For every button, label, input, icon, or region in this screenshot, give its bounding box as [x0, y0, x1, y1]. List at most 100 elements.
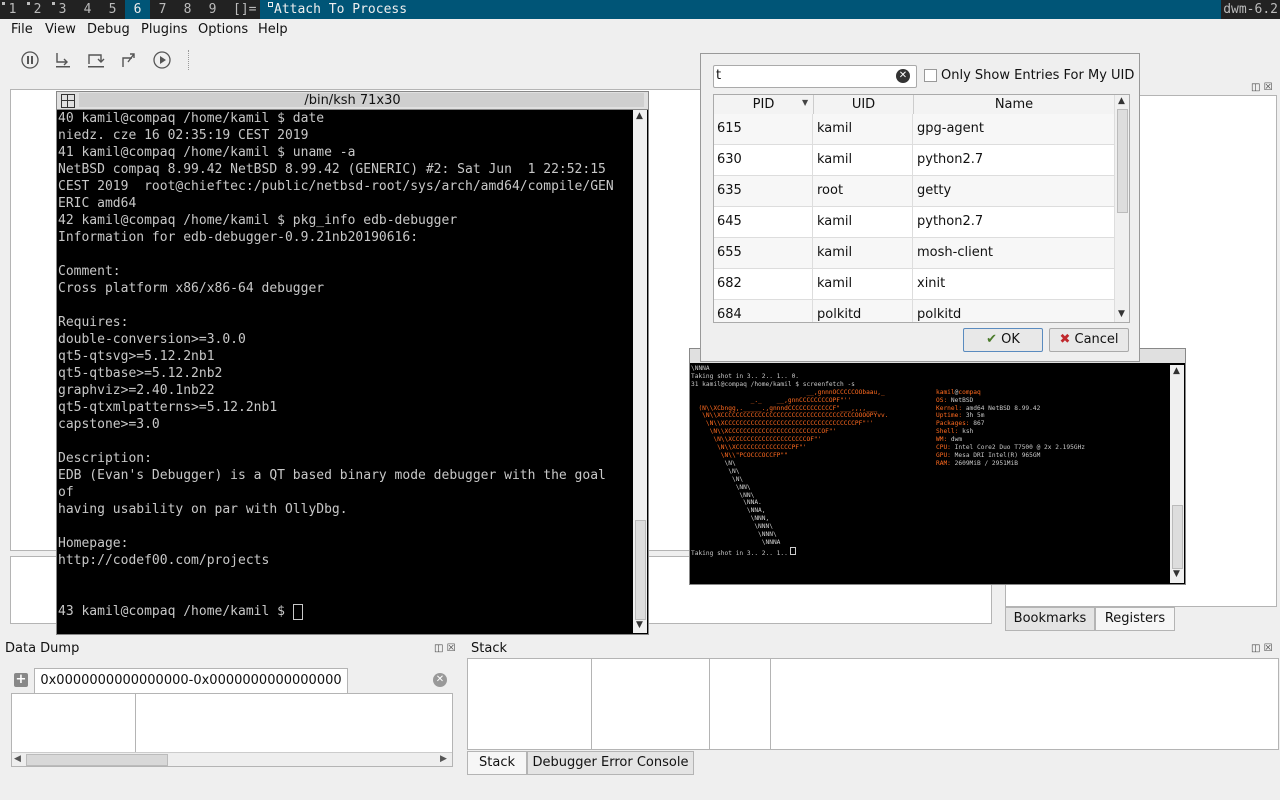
tag-1[interactable]: 1	[0, 0, 25, 19]
terminal-window[interactable]: /bin/ksh 71x30 40 kamil@compaq /home/kam…	[56, 91, 649, 635]
tag-8[interactable]: 8	[175, 0, 200, 19]
logo-art-line: \NNNA	[691, 538, 781, 546]
clear-filter-icon[interactable]: ✕	[896, 69, 910, 83]
stack-dock-buttons[interactable]: ◫ ☒	[1251, 643, 1273, 654]
active-window-title: Attach To Process	[260, 0, 1221, 19]
process-cell-pid: 615	[714, 114, 813, 144]
process-cell-uid: kamil	[814, 207, 913, 237]
process-cell-pid: 655	[714, 238, 813, 268]
process-table[interactable]: PID ▼ UID Name 615 kamil gpg-agent 630 kamil…	[713, 94, 1130, 323]
run-icon[interactable]	[152, 50, 172, 70]
pause-icon[interactable]	[20, 50, 40, 70]
scroll-left-icon: ◀	[14, 754, 21, 764]
menu-debug[interactable]: Debug	[87, 22, 130, 37]
logo-art-line: \NNN,	[691, 515, 770, 523]
tag-6[interactable]: 6	[125, 0, 150, 19]
terminal-line: capstone>=3.0	[58, 417, 160, 432]
layout-symbol: []=	[233, 2, 257, 17]
ok-button[interactable]: ✔ OK	[963, 328, 1043, 352]
column-header-pid[interactable]: PID	[714, 95, 814, 114]
status-text: dwm-6.2	[1223, 2, 1278, 17]
cancel-button[interactable]: ✖ Cancel	[1049, 328, 1129, 352]
terminal-line: niedz. cze 16 02:35:19 CEST 2019	[58, 128, 309, 143]
process-cell-pid: 630	[714, 145, 813, 175]
tag-9[interactable]: 9	[200, 0, 225, 19]
process-table-scrollbar[interactable]: ▲ ▼	[1114, 95, 1129, 322]
step-out-icon[interactable]	[119, 50, 139, 70]
my-uid-checkbox-label[interactable]: Only Show Entries For My UID	[941, 68, 1134, 83]
data-dump-tab[interactable]: 0x0000000000000000-0x0000000000000000	[34, 668, 348, 694]
logo-art-line: \N\	[691, 475, 744, 483]
terminal-line: having usability on par with OllyDbg.	[58, 502, 348, 517]
close-tab-icon[interactable]: ✕	[433, 673, 447, 687]
process-cell-pid: 682	[714, 269, 813, 299]
process-cell-name: getty	[917, 183, 952, 198]
process-cell-name: polkitd	[917, 307, 962, 322]
terminal-line: Requires:	[58, 315, 129, 330]
stack-title: Stack	[471, 641, 507, 656]
tab-bookmarks[interactable]: Bookmarks	[1005, 607, 1095, 631]
terminal-output[interactable]: 40 kamil@compaq /home/kamil $ date niedz.…	[58, 110, 632, 633]
process-filter-field[interactable]: t ✕	[713, 65, 917, 88]
step-over-icon[interactable]	[86, 50, 106, 70]
process-cell-name: gpg-agent	[917, 121, 984, 136]
menu-help[interactable]: Help	[258, 22, 288, 37]
menu-plugins[interactable]: Plugins	[141, 22, 188, 37]
my-uid-checkbox[interactable]	[924, 69, 937, 82]
horizontal-scrollbar[interactable]: ◀ ▶	[12, 752, 452, 766]
sysinfo-row: OS: NetBSD	[936, 396, 974, 404]
terminal-scrollbar[interactable]: ▲ ▼	[633, 110, 647, 633]
data-dump-dock-buttons[interactable]: ◫ ☒	[434, 643, 456, 654]
process-row[interactable]: 615 kamil gpg-agent	[714, 114, 1114, 145]
process-cell-uid: kamil	[814, 145, 913, 175]
logo-art-line: \N\\XCCCCCCCCCCCCCCCCCCCCCCCCCCCCCCCCCCC…	[691, 420, 874, 428]
sysinfo-row: Kernel: amd64 NetBSD 8.99.42	[936, 404, 1041, 412]
sysinfo-row: Shell: ksh	[936, 428, 974, 436]
add-tab-icon[interactable]: +	[14, 673, 28, 687]
logo-art-line: _._ __,gnnCCCCCCCCOPF"''	[691, 396, 852, 404]
column-header-name[interactable]: Name	[914, 95, 1114, 114]
terminal-line: qt5-qtxmlpatterns>=5.12.2nb1	[58, 400, 278, 415]
tag-2[interactable]: 2	[25, 0, 50, 19]
sysinfo-row: RAM: 2609MiB / 2951MiB	[936, 459, 1018, 467]
process-row[interactable]: 682 kamil xinit	[714, 269, 1114, 300]
screenfetch-output[interactable]: \NNNA Taking shot in 3.. 2.. 1.. 0. 31 kam…	[691, 365, 1169, 583]
logo-art-line: \NN\	[691, 491, 755, 499]
tag-4[interactable]: 4	[75, 0, 100, 19]
data-dump-view[interactable]: ◀ ▶	[11, 693, 453, 767]
tab-debugger-error-console[interactable]: Debugger Error Console	[527, 751, 694, 775]
tab-stack[interactable]: Stack	[467, 751, 527, 775]
column-header-uid[interactable]: UID	[814, 95, 914, 114]
process-row[interactable]: 655 kamil mosh-client	[714, 238, 1114, 269]
screenfetch-line: 31 kamil@compaq /home/kamil $ screenfetc…	[691, 380, 855, 388]
menu-view[interactable]: View	[45, 22, 76, 37]
tab-registers[interactable]: Registers	[1095, 607, 1175, 631]
terminal-title: /bin/ksh 71x30	[304, 93, 401, 108]
terminal-line: Comment:	[58, 264, 121, 279]
process-row[interactable]: 630 kamil python2.7	[714, 145, 1114, 176]
logo-art-line: \NNA,	[691, 507, 766, 515]
registers-dock-buttons[interactable]: ◫ ☒	[1251, 82, 1273, 93]
terminal-line: Description:	[58, 451, 152, 466]
process-row[interactable]: 684 polkitd polkitd	[714, 300, 1114, 322]
sysinfo-row: GPU: Mesa DRI Intel(R) 965GM	[936, 451, 1041, 459]
terminal-line: EDB (Evan's Debugger) is a QT based bina…	[58, 468, 606, 483]
tag-5[interactable]: 5	[100, 0, 125, 19]
process-row[interactable]: 645 kamil python2.7	[714, 207, 1114, 238]
stack-view[interactable]	[467, 658, 1279, 750]
menu-file[interactable]: File	[11, 22, 33, 37]
screenfetch-terminal[interactable]: \NNNA Taking shot in 3.. 2.. 1.. 0. 31 kam…	[689, 348, 1186, 585]
process-cell-uid: kamil	[814, 238, 913, 268]
process-cell-pid: 684	[714, 300, 813, 322]
process-row[interactable]: 635 root getty	[714, 176, 1114, 207]
tag-3[interactable]: 3	[50, 0, 75, 19]
tag-7[interactable]: 7	[150, 0, 175, 19]
menu-options[interactable]: Options	[198, 22, 248, 37]
terminal-line: Cross platform x86/x86-64 debugger	[58, 281, 325, 296]
logo-art-line: \NNA.	[691, 499, 762, 507]
screenfetch-line: \NNNA	[691, 365, 710, 372]
step-into-icon[interactable]	[53, 50, 73, 70]
screenfetch-scrollbar[interactable]: ▲ ▼	[1170, 365, 1184, 583]
